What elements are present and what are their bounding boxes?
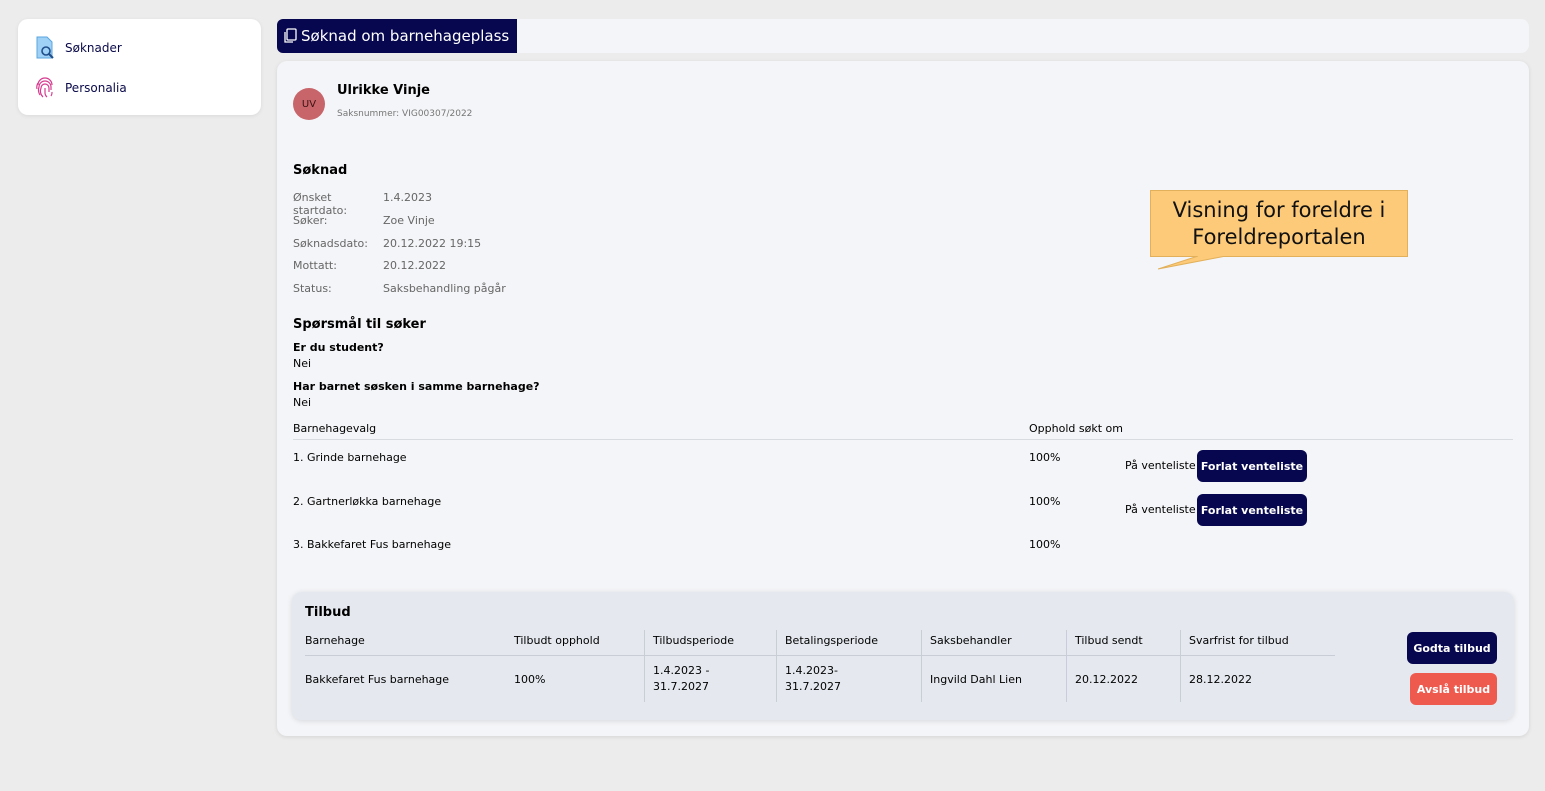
sidebar-item-personalia[interactable]: Personalia xyxy=(18,75,261,101)
column-header: Barnehage xyxy=(305,634,365,647)
applicant-name: Ulrikke Vinje xyxy=(337,83,430,98)
field-applicant: Søker: Zoe Vinje xyxy=(293,214,435,227)
choice-status: På venteliste xyxy=(1125,503,1196,516)
question-answer: Nei xyxy=(293,357,312,370)
column-header: Tilbudsperiode xyxy=(644,630,734,655)
field-label: Status: xyxy=(293,282,332,295)
choice-status: På venteliste xyxy=(1125,459,1196,472)
question-label: Er du student? xyxy=(293,341,384,354)
column-header: Saksbehandler xyxy=(921,630,1012,655)
table-cell: 1.4.2023- 31.7.2027 xyxy=(776,656,841,702)
choice-percent: 100% xyxy=(1029,451,1061,464)
questions-heading: Spørsmål til søker xyxy=(293,317,426,332)
offer-table: Barnehage Tilbudt opphold Tilbudsperiode… xyxy=(305,630,1335,702)
column-header: Tilbudt opphold xyxy=(514,634,600,647)
choice-name: 2. Gartnerløkka barnehage xyxy=(293,495,442,508)
table-row: Bakkefaret Fus barnehage 100% 1.4.2023 -… xyxy=(305,656,1335,702)
copy-document-icon xyxy=(283,28,297,44)
field-value: 20.12.2022 19:15 xyxy=(383,237,482,250)
table-cell: 28.12.2022 xyxy=(1180,656,1252,702)
field-value: Saksbehandling pågår xyxy=(383,282,506,295)
table-cell: Bakkefaret Fus barnehage xyxy=(305,672,450,686)
application-heading: Søknad xyxy=(293,163,348,178)
sidebar: Søknader Personalia xyxy=(18,19,261,115)
fingerprint-icon xyxy=(33,76,57,100)
application-panel: UV Ulrikke Vinje Saksnummer: VIG00307/20… xyxy=(277,61,1529,736)
search-document-icon xyxy=(33,36,57,60)
table-cell: 1.4.2023 - 31.7.2027 xyxy=(644,656,709,702)
column-header: Betalingsperiode xyxy=(776,630,878,655)
annotation-callout: Visning for foreldre i Foreldreportalen xyxy=(1150,190,1408,257)
page-header: Søknad om barnehageplass xyxy=(277,19,1529,53)
field-received: Mottatt: 20.12.2022 xyxy=(293,259,446,272)
sidebar-item-label: Personalia xyxy=(65,81,127,95)
case-number: Saksnummer: VIG00307/2022 xyxy=(337,109,473,119)
sidebar-item-soknader[interactable]: Søknader xyxy=(18,35,261,61)
callout-tail xyxy=(1158,256,1227,270)
avatar: UV xyxy=(293,88,325,120)
column-header: Tilbud sendt xyxy=(1066,630,1143,655)
offer-heading: Tilbud xyxy=(305,605,351,620)
page-title: Søknad om barnehageplass xyxy=(277,19,518,53)
table-cell: 20.12.2022 xyxy=(1066,656,1138,702)
field-label: Søknadsdato: xyxy=(293,237,368,250)
choices-header: Barnehagevalg Opphold søkt om xyxy=(293,422,1513,440)
accept-offer-button[interactable]: Godta tilbud xyxy=(1407,632,1497,664)
sidebar-item-label: Søknader xyxy=(65,41,122,55)
offer-panel: Tilbud Barnehage Tilbudt opphold Tilbuds… xyxy=(292,592,1514,720)
column-header: Barnehagevalg xyxy=(293,422,377,435)
field-application-date: Søknadsdato: 20.12.2022 19:15 xyxy=(293,237,481,250)
offer-table-header: Barnehage Tilbudt opphold Tilbudsperiode… xyxy=(305,630,1335,656)
leave-waitlist-button[interactable]: Forlat venteliste xyxy=(1197,494,1307,526)
callout-text: Visning for foreldre i Foreldreportalen xyxy=(1172,197,1386,249)
field-label: Mottatt: xyxy=(293,259,337,272)
choice-percent: 100% xyxy=(1029,538,1061,551)
table-cell: Ingvild Dahl Lien xyxy=(921,656,1022,702)
column-header: Opphold søkt om xyxy=(1029,422,1123,435)
choice-percent: 100% xyxy=(1029,495,1061,508)
field-value: Zoe Vinje xyxy=(383,214,435,227)
field-label: Søker: xyxy=(293,214,328,227)
field-status: Status: Saksbehandling pågår xyxy=(293,282,506,295)
choice-name: 1. Grinde barnehage xyxy=(293,451,407,464)
table-cell: 100% xyxy=(514,672,546,686)
choice-name: 3. Bakkefaret Fus barnehage xyxy=(293,538,452,551)
field-value: 20.12.2022 xyxy=(383,259,446,272)
decline-offer-button[interactable]: Avslå tilbud xyxy=(1410,673,1497,705)
question-answer: Nei xyxy=(293,396,312,409)
column-header: Svarfrist for tilbud xyxy=(1180,630,1289,655)
leave-waitlist-button[interactable]: Forlat venteliste xyxy=(1197,450,1307,482)
question-label: Har barnet søsken i samme barnehage? xyxy=(293,380,540,393)
page-title-text: Søknad om barnehageplass xyxy=(301,27,510,45)
